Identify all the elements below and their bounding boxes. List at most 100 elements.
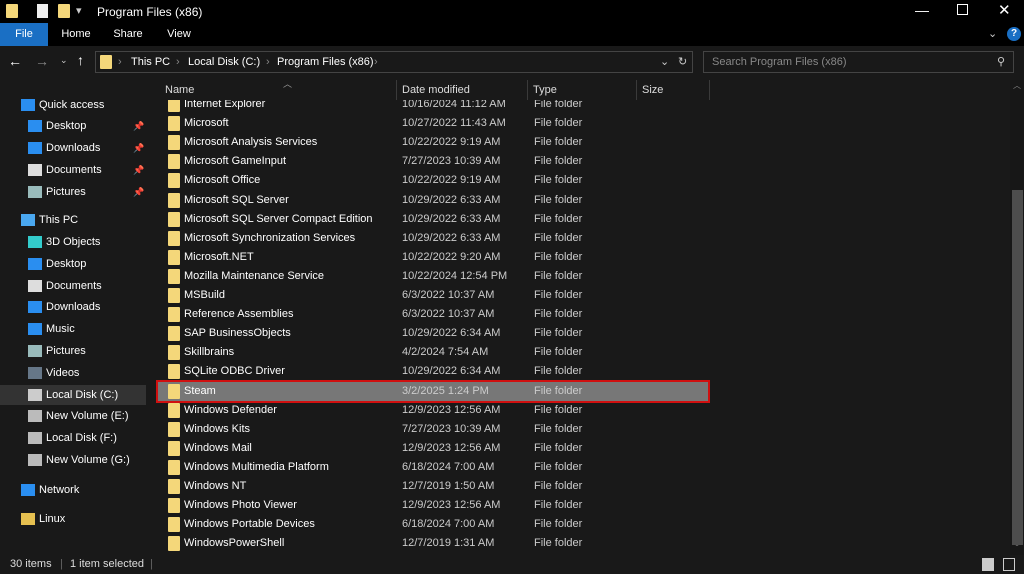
- file-row[interactable]: Windows Photo Viewer 12/9/2023 12:56 AM Fi…: [158, 496, 708, 515]
- sidebar-item-network[interactable]: Network: [0, 480, 146, 500]
- file-row[interactable]: Skillbrains 4/2/2024 7:54 AM File folder: [158, 343, 708, 362]
- file-row[interactable]: Microsoft Analysis Services 10/22/2022 9:…: [158, 133, 708, 152]
- pin-icon[interactable]: 📌: [133, 182, 144, 202]
- sidebar-item-pictures[interactable]: Pictures 📌: [0, 182, 146, 202]
- column-type[interactable]: Type: [528, 80, 637, 100]
- sidebar-item-documents[interactable]: Documents: [0, 276, 146, 296]
- file-type: File folder: [534, 460, 583, 473]
- up-icon[interactable]: ↑: [77, 52, 84, 68]
- help-icon[interactable]: ?: [1007, 27, 1021, 41]
- folder-icon: [168, 288, 180, 303]
- sidebar-item-new-volume-g[interactable]: New Volume (G:): [0, 450, 146, 470]
- customize-toolbar-icon[interactable]: ▾: [76, 4, 82, 17]
- breadcrumb-program-files[interactable]: Program Files (x86): [277, 56, 374, 68]
- window-title: Program Files (x86): [97, 5, 203, 19]
- file-row[interactable]: SQLite ODBC Driver 10/29/2022 6:34 AM File…: [158, 362, 708, 381]
- file-row[interactable]: Windows Portable Devices 6/18/2024 7:00 A…: [158, 515, 708, 534]
- tab-view[interactable]: View: [155, 23, 203, 46]
- sidebar-item-local-disk-c[interactable]: Local Disk (C:): [0, 384, 146, 405]
- file-row[interactable]: Internet Explorer 10/16/2024 11:12 AM File…: [158, 100, 708, 114]
- file-row[interactable]: Microsoft SQL Server Compact Edition 10/2…: [158, 210, 708, 229]
- back-icon[interactable]: ←: [8, 53, 22, 69]
- sidebar-item-local-disk-f[interactable]: Local Disk (F:): [0, 428, 146, 448]
- sidebar-item-label: Linux: [39, 513, 66, 525]
- folder-icon: [168, 268, 180, 284]
- sidebar-item-videos[interactable]: Videos: [0, 363, 146, 383]
- forward-icon[interactable]: →: [35, 53, 49, 69]
- column-name[interactable]: Name ︿: [160, 79, 397, 100]
- large-icons-view-icon[interactable]: [1003, 558, 1015, 571]
- column-size[interactable]: Size: [637, 80, 710, 100]
- maximize-icon[interactable]: [957, 4, 968, 15]
- file-row[interactable]: Microsoft SQL Server 10/29/2022 6:33 AM Fi…: [158, 191, 708, 210]
- file-row[interactable]: SAP BusinessObjects 10/29/2022 6:34 AM Fil…: [158, 324, 708, 343]
- sidebar-item-label: Videos: [46, 366, 80, 379]
- folder-icon: [168, 459, 180, 475]
- properties-icon[interactable]: [37, 4, 48, 18]
- sidebar-item-desktop[interactable]: Desktop 📌: [0, 116, 146, 136]
- file-date: 10/16/2024 11:12 AM: [402, 100, 506, 110]
- scrollbar-thumb[interactable]: [1012, 190, 1023, 545]
- file-row[interactable]: Windows Kits 7/27/2023 10:39 AM File folde…: [158, 420, 708, 439]
- file-row[interactable]: WindowsPowerShell 12/7/2019 1:31 AM File f…: [158, 534, 708, 553]
- expand-ribbon-icon[interactable]: ⌄: [988, 27, 997, 40]
- minimize-icon[interactable]: —: [915, 2, 929, 18]
- sidebar-item-downloads[interactable]: Downloads 📌: [0, 138, 146, 158]
- file-row[interactable]: Windows Mail 12/9/2023 12:56 AM File folde…: [158, 439, 708, 458]
- breadcrumb-local-disk[interactable]: Local Disk (C:): [188, 56, 260, 68]
- refresh-icon[interactable]: ↻: [678, 55, 687, 68]
- sidebar-item-new-volume-e[interactable]: New Volume (E:): [0, 406, 146, 426]
- address-dropdown-icon[interactable]: ⌄: [660, 55, 669, 68]
- tab-share[interactable]: Share: [104, 23, 152, 46]
- sidebar-item-linux[interactable]: Linux: [0, 509, 146, 529]
- details-view-icon[interactable]: [982, 558, 994, 571]
- file-row[interactable]: Windows NT 12/7/2019 1:50 AM File folder: [158, 477, 708, 496]
- file-row[interactable]: Microsoft 10/27/2022 11:43 AM File folder: [158, 114, 708, 133]
- sidebar-item-label: Downloads: [46, 142, 101, 154]
- sidebar-item-label: Music: [46, 323, 75, 336]
- sidebar-item-documents[interactable]: Documents 📌: [0, 160, 146, 180]
- sidebar-item-pictures[interactable]: Pictures: [0, 341, 146, 361]
- folder-icon: [168, 211, 180, 227]
- pin-icon[interactable]: 📌: [133, 160, 144, 180]
- file-name: Microsoft: [184, 117, 229, 130]
- breadcrumb-this-pc[interactable]: This PC: [131, 56, 170, 68]
- file-row[interactable]: Microsoft.NET 10/22/2022 9:20 AM File fold…: [158, 248, 708, 267]
- sidebar-item-desktop[interactable]: Desktop: [0, 254, 146, 274]
- tab-file[interactable]: File: [0, 23, 48, 46]
- tab-home[interactable]: Home: [52, 23, 100, 46]
- recent-locations-icon[interactable]: ⌄: [60, 55, 68, 66]
- sidebar-item-label: Pictures: [46, 345, 86, 357]
- folder-icon: [168, 421, 180, 437]
- file-row[interactable]: Windows Defender 12/9/2023 12:56 AM File f…: [158, 401, 708, 420]
- scroll-up-icon[interactable]: ︿: [1013, 80, 1021, 91]
- pin-icon[interactable]: 📌: [133, 116, 144, 136]
- new-folder-icon[interactable]: [58, 4, 70, 18]
- download-icon: [28, 142, 42, 154]
- file-row[interactable]: MSBuild 6/3/2022 10:37 AM File folder: [158, 286, 708, 305]
- sidebar-item-this-pc[interactable]: This PC: [0, 210, 146, 230]
- file-row[interactable]: Reference Assemblies 6/3/2022 10:37 AM Fil…: [158, 305, 708, 324]
- file-row[interactable]: Steam 3/2/2025 1:24 PM File folder: [156, 379, 710, 403]
- search-input[interactable]: Search Program Files (x86) ⚲: [703, 51, 1014, 73]
- file-date: 10/22/2022 9:19 AM: [402, 136, 501, 149]
- sidebar-item-3d-objects[interactable]: 3D Objects: [0, 232, 146, 252]
- navigation-pane: Quick access Desktop 📌 Downloads 📌 Documents 📌…: [0, 95, 148, 555]
- folder-icon: [168, 135, 180, 151]
- file-row[interactable]: Windows Multimedia Platform 6/18/2024 7:0…: [158, 458, 708, 477]
- file-date: 10/22/2024 12:54 PM: [402, 269, 508, 282]
- sidebar-item-label: Local Disk (C:): [46, 388, 119, 401]
- file-type: File folder: [534, 117, 583, 130]
- file-row[interactable]: Microsoft GameInput 7/27/2023 10:39 AM Fil…: [158, 152, 708, 171]
- sidebar-item-quick-access[interactable]: Quick access: [0, 95, 146, 115]
- column-date-modified[interactable]: Date modified: [397, 80, 528, 100]
- sidebar-item-downloads[interactable]: Downloads: [0, 297, 146, 317]
- file-row[interactable]: Mozilla Maintenance Service 10/22/2024 12…: [158, 267, 708, 286]
- address-bar[interactable]: › This PC › Local Disk (C:) › Program Fi…: [95, 51, 693, 73]
- sidebar-item-music[interactable]: Music: [0, 319, 146, 339]
- sidebar-item-label: Local Disk (F:): [46, 432, 117, 445]
- close-icon[interactable]: ✕: [998, 1, 1011, 19]
- pin-icon[interactable]: 📌: [133, 138, 144, 158]
- file-row[interactable]: Microsoft Office 10/22/2022 9:19 AM File f…: [158, 171, 708, 190]
- file-row[interactable]: Microsoft Synchronization Services 10/29/…: [158, 229, 708, 248]
